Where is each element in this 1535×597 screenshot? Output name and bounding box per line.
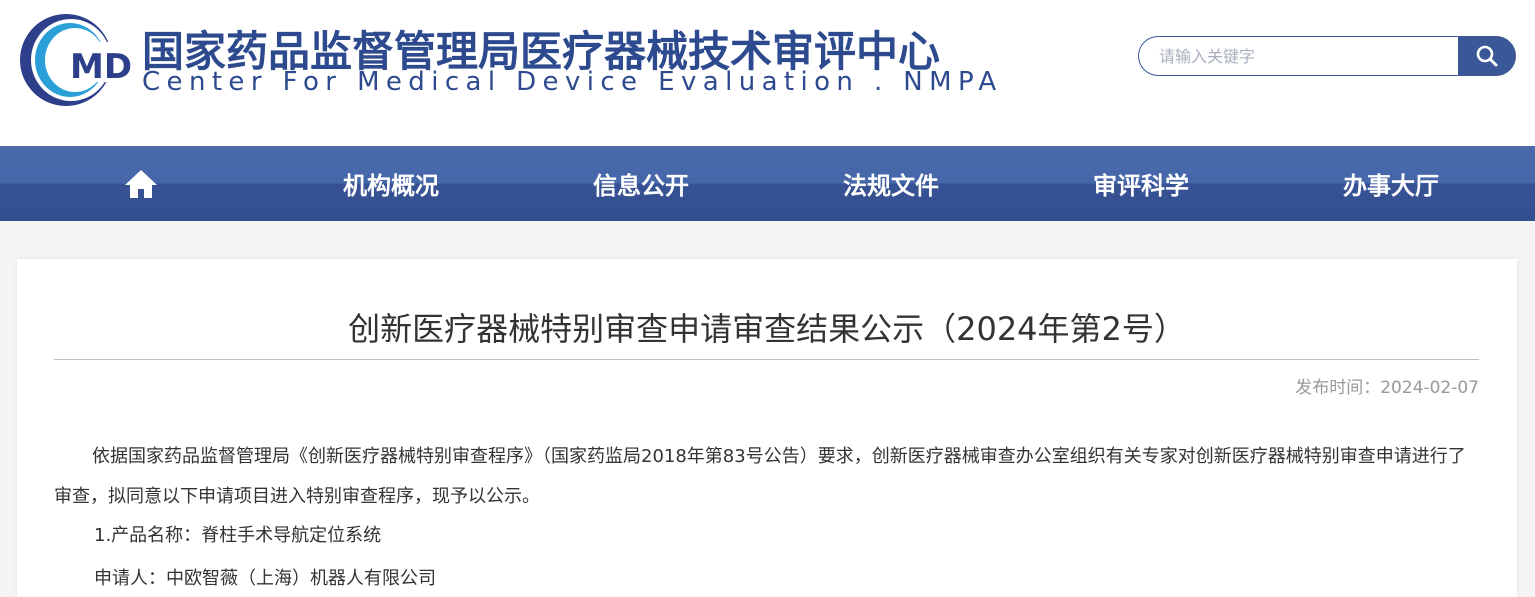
site-header: MDE 国家药品监督管理局医疗器械技术审评中心 Center For Medic… [0,0,1535,146]
search-bar [1138,36,1516,76]
search-button[interactable] [1458,36,1516,76]
main-nav: 机构概况 信息公开 法规文件 审评科学 办事大厅 [0,146,1535,221]
home-icon [125,169,157,198]
nav-item-service-hall[interactable]: 办事大厅 [1318,146,1464,221]
search-input[interactable] [1138,36,1460,76]
article-title: 创新医疗器械特别审查申请审查结果公示（2024年第2号） [348,310,1186,348]
item-1-applicant: 申请人：中欧智薇（上海）机器人有限公司 [94,568,436,589]
publish-info: 发布时间：2024-02-07 [1295,373,1479,398]
article-card: 创新医疗器械特别审查申请审查结果公示（2024年第2号） 发布时间：2024-0… [17,259,1517,597]
nav-item-review-science[interactable]: 审评科学 [1068,146,1214,221]
article-intro-paragraph: 依据国家药品监督管理局《创新医疗器械特别审查程序》（国家药监局2018年第83号… [54,446,1466,507]
site-title-english: Center For Medical Device Evaluation . N… [142,67,1003,97]
publish-label: 发布时间： [1295,378,1381,398]
nav-item-regulations[interactable]: 法规文件 [818,146,964,221]
search-icon [1476,45,1498,67]
nav-item-information[interactable]: 信息公开 [568,146,714,221]
logo-text: MDE [70,47,134,87]
publish-date: 2024-02-07 [1380,378,1479,398]
nav-home[interactable] [110,146,172,221]
mde-logo[interactable]: MDE [18,12,155,108]
title-divider [54,359,1479,360]
nav-item-organization[interactable]: 机构概况 [318,146,464,221]
item-1-product-name: 1.产品名称：脊柱手术导航定位系统 [94,525,382,546]
